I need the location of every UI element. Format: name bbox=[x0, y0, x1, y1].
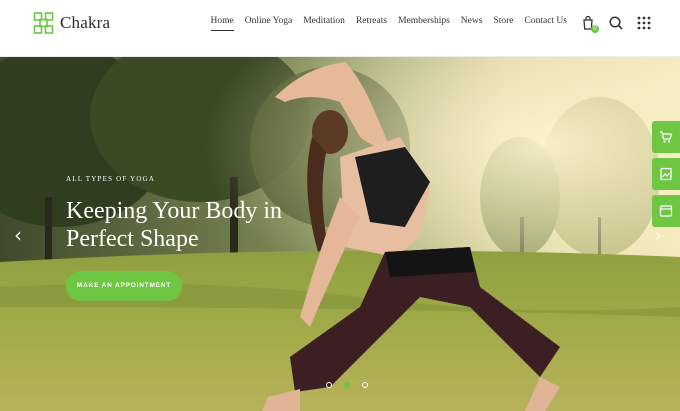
hero-eyebrow: ALL TYPES OF YOGA bbox=[66, 175, 156, 183]
prev-slide-icon[interactable]: ‹ bbox=[14, 223, 22, 247]
brand-name: Chakra bbox=[60, 13, 111, 32]
cart-icon bbox=[660, 131, 673, 143]
side-cart-button[interactable] bbox=[652, 121, 680, 153]
side-browser-button[interactable] bbox=[652, 195, 680, 227]
site-header: Chakra Home Online Yoga Meditation Retre… bbox=[0, 0, 680, 57]
header-icons: 0 bbox=[580, 15, 664, 33]
make-appointment-button[interactable]: MAKE AN APPOINTMENT bbox=[66, 271, 182, 301]
slide-dot[interactable] bbox=[326, 382, 332, 388]
slide-dot[interactable] bbox=[362, 382, 368, 388]
grid-menu-icon[interactable] bbox=[636, 15, 652, 31]
image-icon bbox=[660, 167, 672, 181]
slide-dot-active[interactable] bbox=[344, 382, 350, 388]
logo[interactable]: Chakra bbox=[33, 11, 110, 35]
nav-memberships[interactable]: Memberships bbox=[398, 16, 450, 31]
nav-contact-us[interactable]: Contact Us bbox=[525, 16, 567, 31]
nav-store[interactable]: Store bbox=[493, 16, 513, 31]
slide-pagination bbox=[320, 382, 374, 388]
nav-online-yoga[interactable]: Online Yoga bbox=[245, 16, 293, 31]
cart-count-badge: 0 bbox=[591, 25, 599, 33]
side-toolbar bbox=[652, 121, 680, 232]
hero-headline: Keeping Your Body in Perfect Shape bbox=[66, 198, 283, 252]
search-icon[interactable] bbox=[608, 15, 624, 31]
cart-icon[interactable]: 0 bbox=[580, 15, 599, 33]
hero-slider: ALL TYPES OF YOGA Keeping Your Body in P… bbox=[0, 57, 680, 411]
browser-icon bbox=[659, 205, 673, 217]
logo-icon bbox=[33, 12, 54, 34]
side-image-button[interactable] bbox=[652, 158, 680, 190]
main-nav: Home Online Yoga Meditation Retreats Mem… bbox=[205, 16, 572, 31]
nav-meditation[interactable]: Meditation bbox=[303, 16, 345, 31]
nav-retreats[interactable]: Retreats bbox=[356, 16, 387, 31]
nav-home[interactable]: Home bbox=[210, 16, 234, 31]
nav-news[interactable]: News bbox=[461, 16, 483, 31]
